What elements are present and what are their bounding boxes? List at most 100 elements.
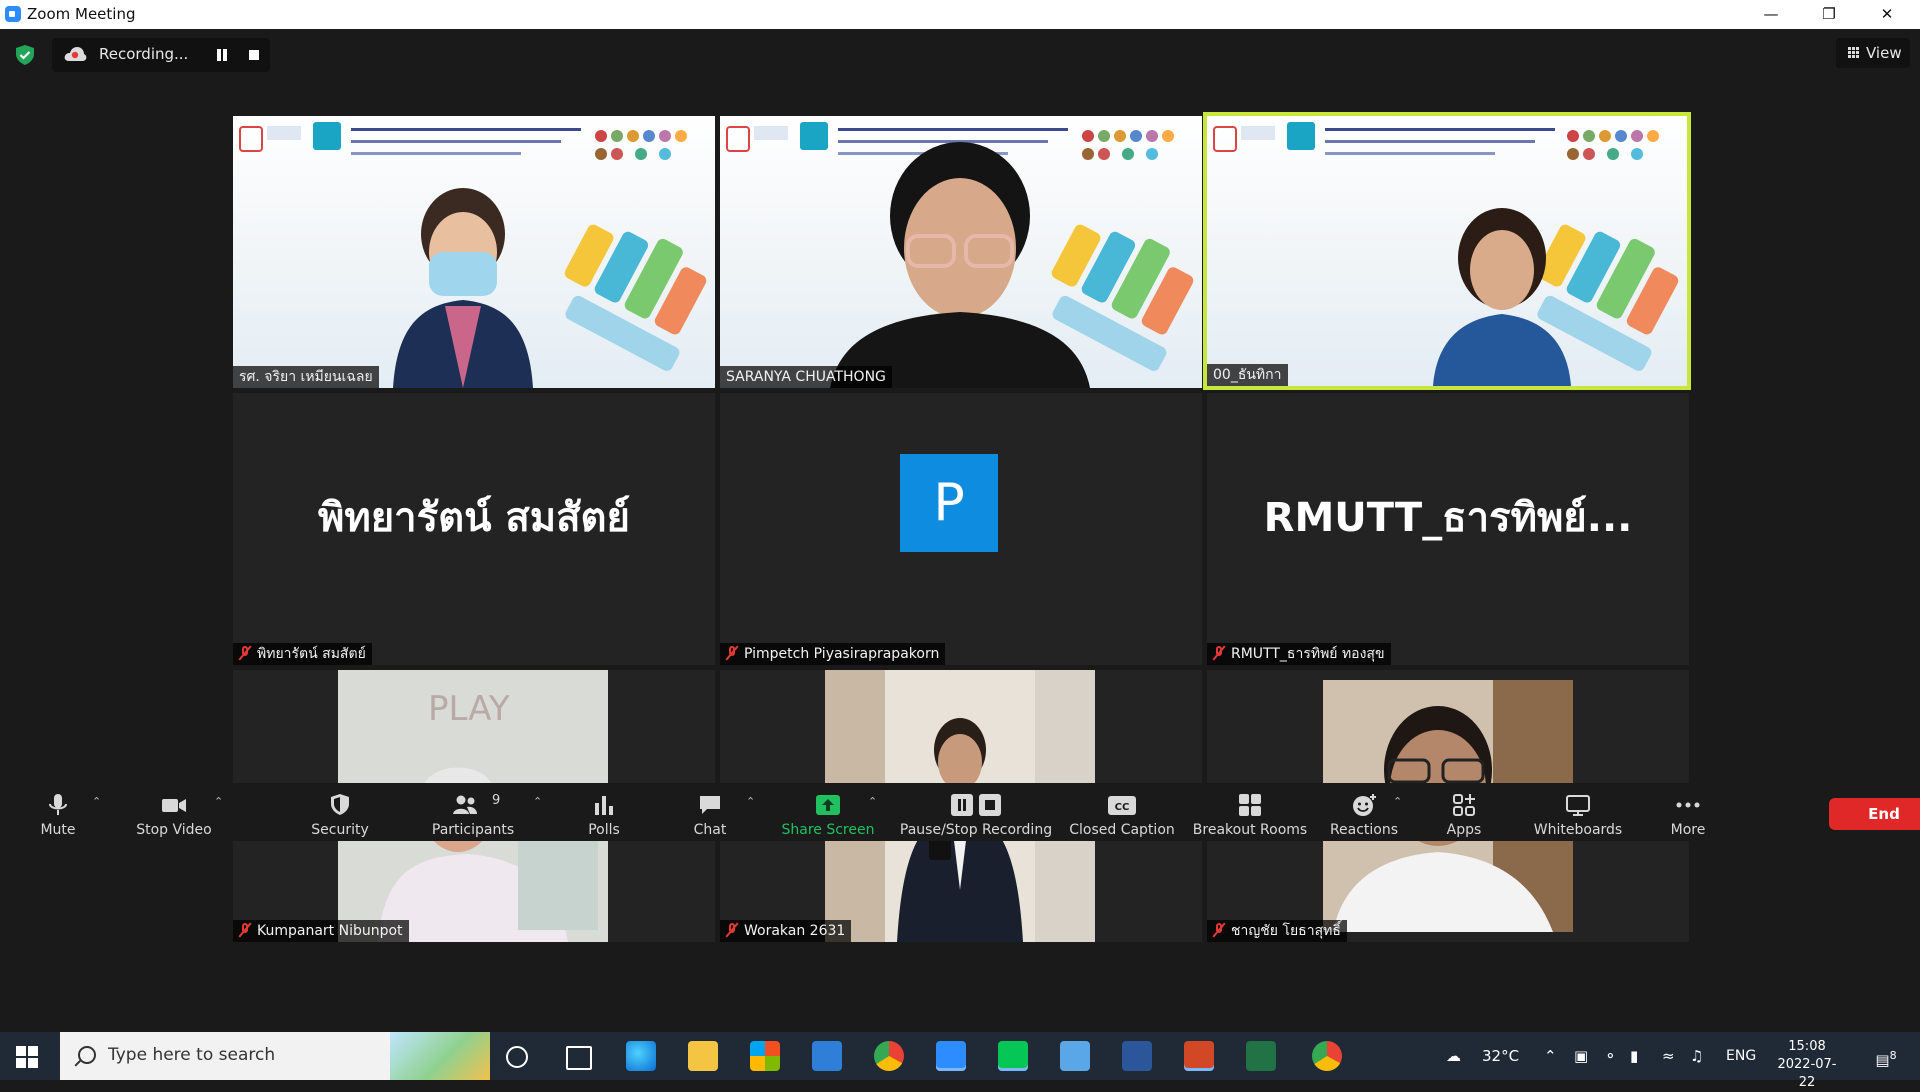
chrome-icon[interactable]	[874, 1041, 904, 1071]
desktop-app-icon[interactable]	[1060, 1041, 1090, 1071]
mute-button[interactable]: Mute	[18, 783, 98, 841]
mic-muted-icon	[1213, 923, 1225, 937]
stop-recording-button[interactable]	[249, 50, 259, 60]
chat-button[interactable]: Chat	[670, 783, 750, 841]
restore-button[interactable]: ❐	[1800, 0, 1858, 29]
volume-icon[interactable]: ♫	[1690, 1032, 1703, 1080]
mic-muted-icon	[239, 923, 251, 937]
notification-count: 8	[1889, 1049, 1897, 1062]
closed-caption-button[interactable]: CC Closed Caption	[1064, 783, 1180, 841]
mic-muted-icon	[1213, 646, 1225, 660]
weather-temperature[interactable]: 32°C	[1482, 1032, 1519, 1080]
participant-name-tag: 00_ธันทิกา	[1207, 364, 1288, 386]
share-options-caret[interactable]: ⌃	[868, 795, 878, 808]
participant-name-tag: SARANYA CHUATHONG	[720, 366, 892, 388]
video-tile[interactable]: รศ. จริยา เหมียนเฉลย	[233, 116, 715, 388]
meet-now-icon[interactable]: ▣	[1574, 1032, 1588, 1080]
whiteboards-button[interactable]: Whiteboards	[1526, 783, 1630, 841]
zoom-taskbar-icon[interactable]	[936, 1041, 966, 1071]
reactions-options-caret[interactable]: ⌃	[1393, 795, 1403, 808]
pause-recording-button[interactable]	[216, 49, 228, 61]
share-screen-button[interactable]: Share Screen	[776, 783, 880, 841]
participant-name-tag: Kumpanart Nibunpot	[233, 920, 409, 942]
search-highlight-art	[390, 1032, 490, 1080]
apps-button[interactable]: Apps	[1424, 783, 1504, 841]
pause-stop-recording-button[interactable]: Pause/Stop Recording	[896, 783, 1056, 841]
mic-muted-icon	[726, 646, 738, 660]
mail-icon[interactable]	[812, 1041, 842, 1071]
view-label: View	[1866, 44, 1902, 62]
participants-count: 9	[492, 793, 501, 808]
participant-name-tag: Pimpetch Piyasiraprapakorn	[720, 643, 946, 665]
security-button[interactable]: Security	[296, 783, 384, 841]
stop-video-button[interactable]: Stop Video	[124, 783, 224, 841]
line-app-icon[interactable]	[998, 1041, 1028, 1071]
tray-overflow-icon[interactable]: ⌃	[1544, 1032, 1557, 1080]
recording-indicator: Recording...	[52, 38, 270, 72]
battery-icon[interactable]: ▮	[1630, 1032, 1638, 1080]
minimize-button[interactable]: —	[1742, 0, 1800, 29]
closed-caption-icon: CC	[1108, 796, 1136, 815]
notifications-icon[interactable]: ▤8	[1866, 1032, 1906, 1080]
weather-icon[interactable]: ☁	[1446, 1032, 1476, 1080]
video-camera-icon	[162, 799, 186, 812]
security-shield-icon	[331, 794, 349, 815]
encryption-shield-icon[interactable]	[14, 44, 36, 66]
participants-options-caret[interactable]: ⌃	[533, 795, 543, 808]
powerpoint-icon[interactable]	[1184, 1041, 1214, 1071]
search-placeholder: Type here to search	[108, 1045, 276, 1065]
clock-date: 2022-07-22	[1777, 1057, 1837, 1090]
clock-time: 15:08	[1788, 1039, 1826, 1054]
word-icon[interactable]	[1122, 1041, 1152, 1071]
avatar-tile[interactable]: P Pimpetch Piyasiraprapakorn	[720, 393, 1202, 665]
input-language[interactable]: ENG	[1726, 1032, 1756, 1080]
participant-video	[1433, 208, 1571, 386]
wifi-icon[interactable]: ≈	[1662, 1032, 1675, 1080]
mic-muted-icon	[239, 646, 251, 660]
microsoft-store-icon[interactable]	[750, 1041, 780, 1071]
windows-start-button[interactable]	[16, 1046, 38, 1068]
system-clock[interactable]: 15:08 2022-07-22	[1770, 1038, 1844, 1092]
close-button[interactable]: ✕	[1858, 0, 1916, 29]
excel-icon[interactable]	[1246, 1041, 1276, 1071]
whiteboard-icon	[1566, 795, 1590, 816]
chrome-profile-icon[interactable]	[1312, 1041, 1342, 1071]
view-button[interactable]: View	[1836, 38, 1910, 68]
video-tile[interactable]: SARANYA CHUATHONG	[720, 116, 1202, 388]
video-tile-active-speaker[interactable]: 00_ธันทิกา	[1203, 112, 1691, 390]
polls-button[interactable]: Polls	[564, 783, 644, 841]
participant-video	[830, 142, 1090, 388]
participant-name-tag: RMUTT_ธารทิพย์ ทองสุข	[1207, 643, 1391, 665]
svg-text:CC: CC	[1115, 802, 1130, 813]
window-titlebar: Zoom Meeting — ❐ ✕	[0, 0, 1920, 29]
grid-icon	[1848, 47, 1860, 59]
file-explorer-icon[interactable]	[688, 1041, 718, 1071]
chat-options-caret[interactable]: ⌃	[746, 795, 756, 808]
window-title: Zoom Meeting	[27, 5, 136, 23]
participants-button[interactable]: 9 Participants	[420, 783, 526, 841]
microphone-icon	[49, 794, 67, 815]
breakout-rooms-icon	[1239, 794, 1261, 816]
tray-microphone-icon[interactable]: ⚬	[1604, 1032, 1617, 1080]
breakout-rooms-button[interactable]: Breakout Rooms	[1188, 783, 1312, 841]
share-screen-icon	[816, 795, 840, 815]
task-view-icon[interactable]	[566, 1046, 592, 1070]
name-only-tile[interactable]: RMUTT_ธารทิพย์... RMUTT_ธารทิพย์ ทองสุข	[1207, 393, 1689, 665]
more-button[interactable]: More	[1648, 783, 1728, 841]
taskbar-search-box[interactable]: Type here to search	[60, 1032, 490, 1080]
windows-taskbar: Type here to search ☁ 32°C ⌃ ▣ ⚬ ▮ ≈ ♫ E…	[0, 1032, 1920, 1090]
participant-display-name: RMUTT_ธารทิพย์...	[1263, 495, 1633, 541]
participant-name-tag: Worakan 2631	[720, 920, 852, 942]
participant-name-tag: พิทยารัตน์ สมสัตย์	[233, 643, 372, 665]
cloud-recording-icon	[64, 47, 87, 61]
end-meeting-button[interactable]: End	[1829, 798, 1920, 830]
cortana-icon[interactable]	[506, 1046, 528, 1068]
mic-muted-icon	[726, 923, 738, 937]
name-only-tile[interactable]: พิทยารัตน์ สมสัตย์ พิทยารัตน์ สมสัตย์	[233, 393, 715, 665]
video-options-caret[interactable]: ⌃	[214, 795, 224, 808]
more-dots-icon	[1676, 802, 1700, 808]
reactions-button[interactable]: Reactions	[1324, 783, 1404, 841]
mute-options-caret[interactable]: ⌃	[92, 795, 102, 808]
edge-browser-icon[interactable]	[626, 1041, 656, 1071]
zoom-app-icon	[5, 6, 21, 22]
